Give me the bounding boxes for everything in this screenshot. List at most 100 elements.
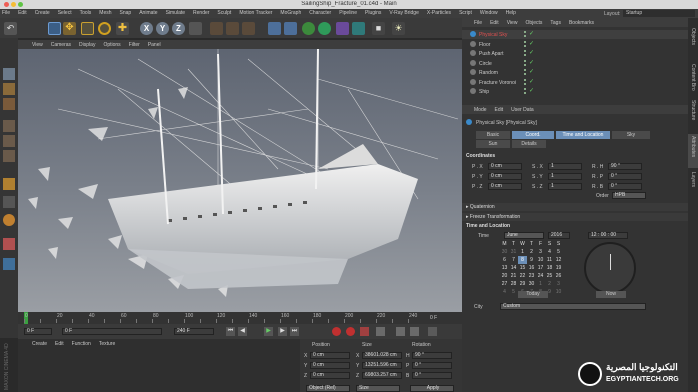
timeline-settings-icon[interactable] [428,327,437,336]
visibility-dot-icon[interactable] [524,73,526,75]
calendar-day[interactable]: 10 [536,256,545,264]
enabled-check-icon[interactable]: ✓ [529,88,534,94]
material-menu-edit[interactable]: Edit [55,341,64,347]
polygons-mode-icon[interactable] [3,150,15,162]
object-row[interactable]: Random ✓ [462,68,688,77]
attr-tab-coord-[interactable]: Coord. [512,131,554,139]
points-mode-icon[interactable] [3,120,15,132]
object-row[interactable]: Circle ✓ [462,59,688,68]
calendar-day[interactable]: 18 [545,264,554,272]
autokey-icon[interactable] [346,327,355,336]
menu-create[interactable]: Create [35,10,50,17]
axis-z-button[interactable]: Z [172,22,185,35]
calendar-day[interactable]: 5 [554,248,563,256]
enabled-check-icon[interactable]: ✓ [529,69,534,75]
next-key-icon[interactable]: ▶ [278,327,287,336]
attr-tab-details[interactable]: Details [512,140,546,148]
coord-mgr-rotation-field[interactable]: 0 ° [412,372,452,379]
menu-window[interactable]: Window [480,10,498,17]
transform-icon[interactable]: ✚ [116,22,129,35]
object-row[interactable]: Physical Sky ✓ [462,30,688,39]
menu-tools[interactable]: Tools [80,10,92,17]
menu-motion-tracker[interactable]: Motion Tracker [239,10,272,17]
menu-v-ray-bridge[interactable]: V-Ray Bridge [389,10,418,17]
menu-plugins[interactable]: Plugins [365,10,381,17]
undo-icon[interactable]: ↶ [4,22,17,35]
camera-icon[interactable]: ■ [372,22,385,35]
attr-tab-basic[interactable]: Basic [476,131,510,139]
object-row[interactable]: Floor ✓ [462,40,688,49]
calendar-day[interactable]: 12 [554,256,563,264]
visibility-dot-icon[interactable] [524,50,526,52]
record-icon[interactable] [332,327,341,336]
coordinate-system-icon[interactable] [189,22,202,35]
visibility-dot-icon[interactable] [524,69,526,71]
viewport-menu-view[interactable]: View [32,42,43,48]
objects-menu-bookmarks[interactable]: Bookmarks [569,20,594,26]
coord-mgr-rotation-field[interactable]: 90 ° [412,352,452,359]
frame-current-field[interactable]: 0 F [62,328,162,335]
calendar-day[interactable]: 1 [536,280,545,288]
calendar-day[interactable]: 24 [536,272,545,280]
cube-icon[interactable] [268,22,281,35]
visibility-dot-icon[interactable] [524,92,526,94]
objects-menu-view[interactable]: View [507,20,518,26]
calendar-day[interactable]: 19 [554,264,563,272]
frame-start-field[interactable]: 0 F [24,328,52,335]
menu-simulate[interactable]: Simulate [166,10,185,17]
menu-mograph[interactable]: MoGraph [280,10,301,17]
coord-mgr-size-field[interactable]: 38601.028 cm [362,352,402,359]
menu-file[interactable]: File [2,10,10,17]
calendar-day[interactable]: 23 [527,272,536,280]
coord-size-select[interactable]: Size [356,385,400,392]
visibility-dot-icon[interactable] [524,40,526,43]
calendar-day[interactable]: 30 [527,280,536,288]
calendar-day[interactable]: 13 [500,264,509,272]
calendar-day[interactable]: 10 [554,288,563,296]
visibility-dot-icon[interactable] [524,88,526,90]
calendar-day[interactable]: 3 [554,280,563,288]
edges-mode-icon[interactable] [3,135,15,147]
calendar-day[interactable]: 31 [509,248,518,256]
calendar-day[interactable]: 1 [518,248,527,256]
keyframe-selection-icon[interactable] [360,327,369,336]
calendar-day[interactable]: 5 [509,288,518,296]
objects-menu-objects[interactable]: Objects [525,20,542,26]
coord-position-field[interactable]: 0 cm [488,173,522,180]
attr-tab-sun[interactable]: Sun [476,140,510,148]
move-icon[interactable]: ✥ [63,22,76,35]
coord-object-select[interactable]: Object (Rel) [306,385,350,392]
axis-mode-icon[interactable] [3,178,15,190]
order-select[interactable]: HPB [612,192,646,199]
rotate-icon[interactable] [98,22,111,35]
prev-key-icon[interactable]: ◀ [238,327,247,336]
menu-edit[interactable]: Edit [18,10,27,17]
calendar-day[interactable]: 27 [500,280,509,288]
objects-menu-file[interactable]: File [474,20,482,26]
menu-pipeline[interactable]: Pipeline [339,10,357,17]
enabled-check-icon[interactable]: ✓ [529,60,534,66]
coord-rotation-field[interactable]: 0 ° [608,173,642,180]
menu-script[interactable]: Script [459,10,472,17]
object-row[interactable]: Fracture Voronoi ✓ [462,78,688,87]
live-selection-icon[interactable] [48,22,61,35]
visibility-dot-icon[interactable] [524,78,526,81]
calendar-day[interactable]: 28 [509,280,518,288]
coord-scale-field[interactable]: 1 [548,163,582,170]
objects-menu-tags[interactable]: Tags [550,20,561,26]
today-button[interactable]: Today [518,291,548,298]
coord-position-field[interactable]: 0 cm [488,163,522,170]
tweak-mode-icon[interactable] [3,196,15,208]
right-tab-attributes[interactable]: Attributes [688,134,698,168]
visibility-dot-icon[interactable] [524,82,526,85]
menu-animate[interactable]: Animate [139,10,157,17]
visibility-dot-icon[interactable] [524,59,526,62]
deformer-icon[interactable] [336,22,349,35]
calendar-day[interactable]: 2 [545,280,554,288]
coord-mgr-rotation-field[interactable]: 0 ° [412,362,452,369]
pla-key-icon[interactable] [410,327,419,336]
city-select[interactable]: Custom [500,303,646,310]
layout-select[interactable]: Startup [623,10,695,17]
enabled-check-icon[interactable]: ✓ [529,79,534,85]
enabled-check-icon[interactable]: ✓ [529,41,534,47]
